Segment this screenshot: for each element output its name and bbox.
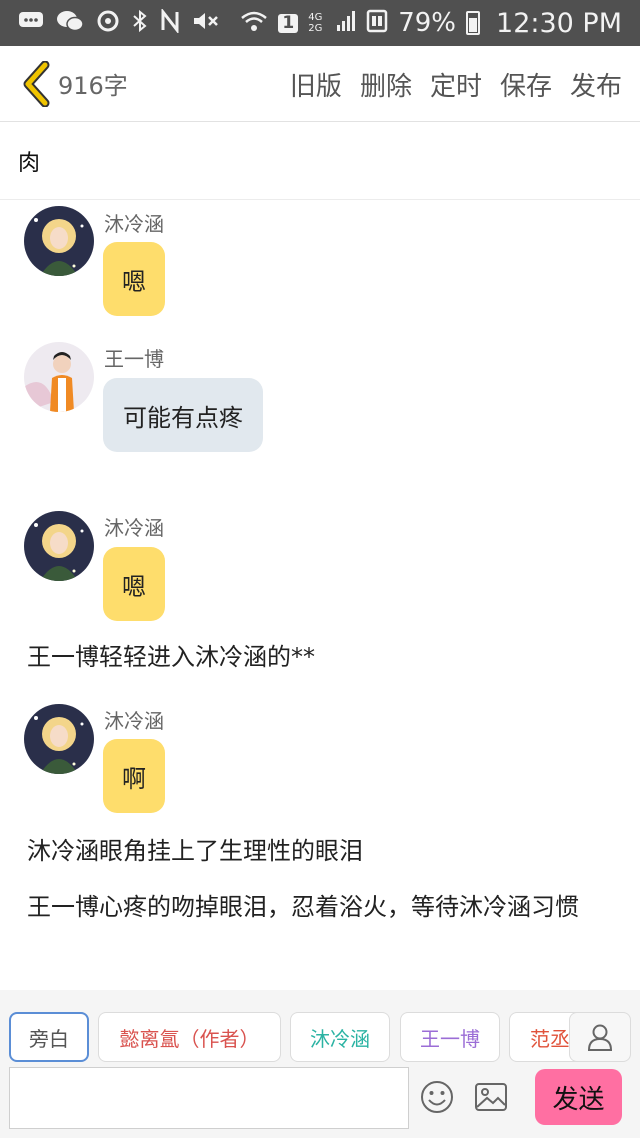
- message-input[interactable]: [9, 1067, 409, 1129]
- title-field[interactable]: 肉: [0, 122, 640, 200]
- role-label: 王一博: [420, 1026, 480, 1051]
- image-icon: [475, 1083, 507, 1111]
- status-icons-right: 1 4G 2G 79% 12:30 PM: [240, 8, 622, 39]
- role-label: 沐冷涵: [310, 1026, 370, 1051]
- wifi-icon: [240, 9, 268, 38]
- narration-text[interactable]: 王一博轻轻进入沐冷涵的**: [27, 641, 617, 673]
- message-text: 可能有点疼: [123, 403, 243, 432]
- narration-text[interactable]: 沐冷涵眼角挂上了生理性的眼泪: [27, 835, 617, 867]
- speaker-name: 王一博: [104, 347, 164, 371]
- message-text: 嗯: [122, 267, 146, 296]
- composer: 发送: [0, 1066, 640, 1138]
- mute-icon: [192, 9, 220, 38]
- chat-content[interactable]: 沐冷涵 嗯 王一博 可能有点疼 沐冷涵 嗯 王一博轻轻进入沐冷涵的** 沐冷涵 …: [0, 200, 640, 990]
- role-chip-wangyibo[interactable]: 王一博: [400, 1012, 500, 1062]
- sim-badge: 1: [278, 13, 299, 33]
- back-button[interactable]: [14, 54, 58, 114]
- old-version-button[interactable]: 旧版: [290, 66, 342, 103]
- speaker-name: 沐冷涵: [104, 709, 164, 733]
- emoji-button[interactable]: [420, 1080, 454, 1114]
- speaker-name: 沐冷涵: [104, 212, 164, 236]
- avatar-mulenghan[interactable]: [24, 206, 94, 276]
- role-chip-mulenghan[interactable]: 沐冷涵: [290, 1012, 390, 1062]
- role-selector-bar: 旁白 懿离氲（作者） 沐冷涵 王一博 范丞: [0, 990, 640, 1066]
- avatar-wangyibo[interactable]: [24, 342, 94, 412]
- image-button[interactable]: [474, 1080, 508, 1114]
- avatar-mulenghan[interactable]: [24, 704, 94, 774]
- doc-title: 肉: [18, 150, 41, 176]
- wechat-icon: [56, 9, 84, 38]
- data-saver-icon: [366, 9, 388, 38]
- profile-icon: [587, 1024, 613, 1051]
- emoji-icon: [421, 1081, 453, 1113]
- message-bubble[interactable]: 啊: [103, 739, 165, 813]
- toolbar-actions: 旧版 删除 定时 保存 发布: [290, 46, 622, 122]
- clock: 12:30 PM: [496, 7, 622, 39]
- editor-toolbar: 916字 旧版 删除 定时 保存 发布: [0, 46, 640, 122]
- message-text: 嗯: [122, 572, 146, 601]
- avatar-mulenghan[interactable]: [24, 511, 94, 581]
- save-button[interactable]: 保存: [500, 66, 552, 103]
- delete-button[interactable]: 删除: [360, 66, 412, 103]
- message-bubble[interactable]: 可能有点疼: [103, 378, 263, 452]
- role-chip-author[interactable]: 懿离氲（作者）: [98, 1012, 281, 1062]
- word-count: 916字: [58, 72, 128, 100]
- status-bar: 1 4G 2G 79% 12:30 PM: [0, 0, 640, 46]
- message-text: 啊: [122, 764, 146, 793]
- send-button[interactable]: 发送: [535, 1069, 622, 1125]
- battery-percent: 79%: [398, 8, 457, 38]
- role-chip-narrator[interactable]: 旁白: [9, 1012, 89, 1062]
- speaker-name: 沐冷涵: [104, 516, 164, 540]
- battery-icon: [466, 11, 481, 35]
- role-label: 旁白: [29, 1026, 69, 1051]
- message-bubble[interactable]: 嗯: [103, 242, 165, 316]
- signal-icon: [336, 10, 356, 37]
- message-bubble[interactable]: 嗯: [103, 547, 165, 621]
- status-icons-left: [18, 7, 240, 38]
- nfc-icon: [160, 7, 180, 38]
- publish-button[interactable]: 发布: [570, 66, 622, 103]
- role-label: 范丞: [530, 1026, 570, 1051]
- schedule-button[interactable]: 定时: [430, 66, 482, 103]
- sync-icon: [96, 9, 120, 38]
- narration-text[interactable]: 王一博心疼的吻掉眼泪，忍着浴火，等待沐冷涵习惯: [27, 891, 617, 923]
- back-arrow-icon: [23, 60, 50, 107]
- message-icon: [18, 10, 44, 37]
- network-type: 4G 2G: [308, 12, 323, 34]
- role-label: 懿离氲（作者）: [119, 1026, 260, 1051]
- role-manage-button[interactable]: [569, 1012, 631, 1062]
- bluetooth-icon: [132, 9, 148, 38]
